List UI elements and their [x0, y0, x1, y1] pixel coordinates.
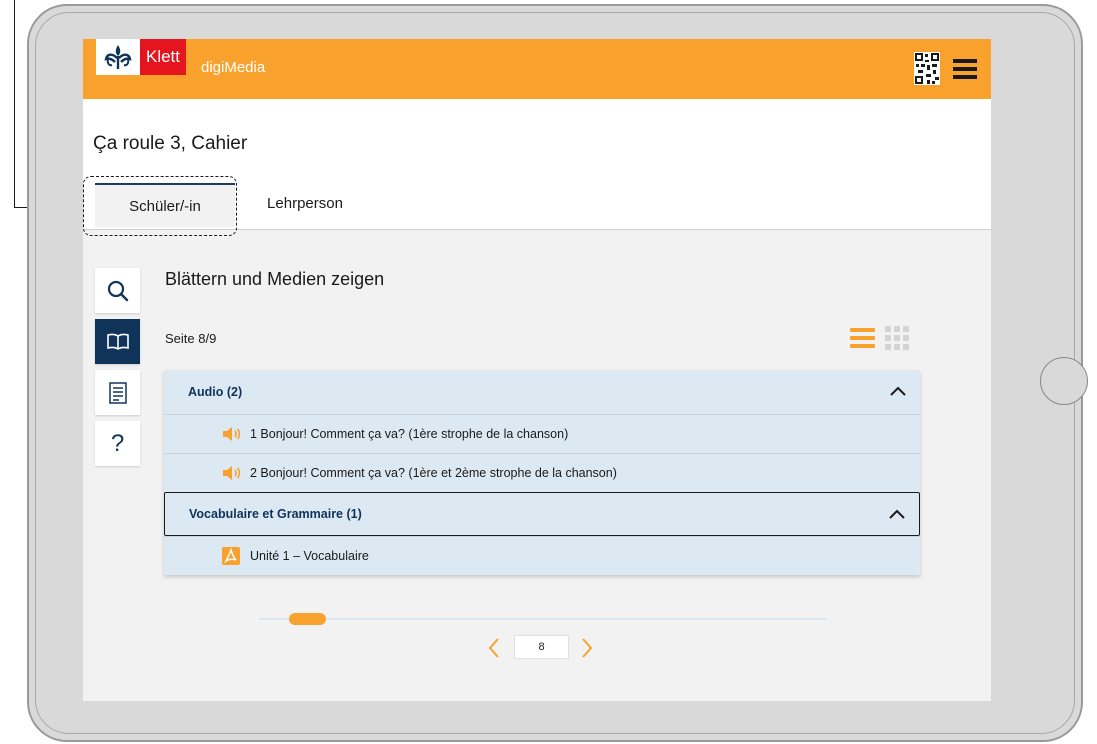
tab-schueler[interactable]: Schüler/-in: [95, 183, 235, 227]
item-label: 1 Bonjour! Comment ça va? (1ère strophe …: [250, 427, 569, 441]
page-number-input[interactable]: [514, 635, 569, 659]
group-header-vocabulaire[interactable]: Vocabulaire et Grammaire (1): [164, 492, 920, 536]
list-item[interactable]: 1 Bonjour! Comment ça va? (1ère strophe …: [164, 414, 920, 453]
book-icon: [106, 333, 129, 350]
pages-button[interactable]: [95, 319, 140, 364]
klett-leaf-icon: [96, 39, 140, 75]
list-item[interactable]: 2 Bonjour! Comment ça va? (1ère et 2ème …: [164, 453, 920, 492]
app-screen: Klett digiMedia Ça roule 3, Cahier Schül…: [83, 39, 991, 701]
tab-lehrperson[interactable]: Lehrperson: [251, 181, 359, 225]
pdf-icon: [222, 547, 244, 565]
group-title: Vocabulaire et Grammaire (1): [189, 507, 362, 521]
app-name: digiMedia: [201, 59, 266, 76]
chevron-right-icon[interactable]: [578, 637, 596, 659]
chevron-up-icon[interactable]: [888, 383, 908, 399]
speaker-icon: [222, 425, 244, 443]
list-item[interactable]: Unité 1 – Vocabulaire: [164, 536, 920, 575]
item-label: Unité 1 – Vocabulaire: [250, 549, 369, 563]
callout-line: [14, 0, 15, 208]
home-button[interactable]: [1040, 357, 1088, 405]
chevron-up-icon[interactable]: [887, 506, 907, 522]
page-info: Seite 8/9: [165, 331, 217, 346]
toc-icon: [108, 381, 127, 404]
group-header-audio[interactable]: Audio (2): [164, 370, 920, 414]
grid-view-icon[interactable]: [885, 326, 909, 350]
group-title: Audio (2): [188, 385, 243, 399]
hamburger-menu-icon[interactable]: [953, 59, 977, 79]
section-title: Blättern und Medien zeigen: [165, 269, 385, 289]
speaker-icon: [222, 464, 244, 482]
contents-button[interactable]: [95, 370, 140, 415]
title-area: Ça roule 3, Cahier Schüler/-in Lehrperso…: [83, 99, 991, 230]
klett-wordmark: Klett: [140, 39, 186, 75]
media-list: Audio (2) 1 Bonjour! Comment ça va? (1èr…: [164, 370, 920, 575]
chevron-left-icon[interactable]: [485, 637, 503, 659]
klett-logo: Klett: [96, 39, 186, 75]
search-button[interactable]: [95, 268, 140, 313]
help-button[interactable]: ?: [95, 421, 140, 466]
top-bar: Klett digiMedia: [83, 39, 991, 99]
item-label: 2 Bonjour! Comment ça va? (1ère et 2ème …: [250, 466, 617, 480]
book-title: Ça roule 3, Cahier: [93, 133, 248, 154]
help-icon: ?: [110, 429, 125, 457]
page-slider-track[interactable]: [259, 618, 827, 620]
qr-code-icon[interactable]: [914, 52, 940, 85]
search-icon: [107, 280, 128, 301]
list-view-icon[interactable]: [850, 328, 875, 348]
page-slider-thumb[interactable]: [289, 613, 326, 625]
